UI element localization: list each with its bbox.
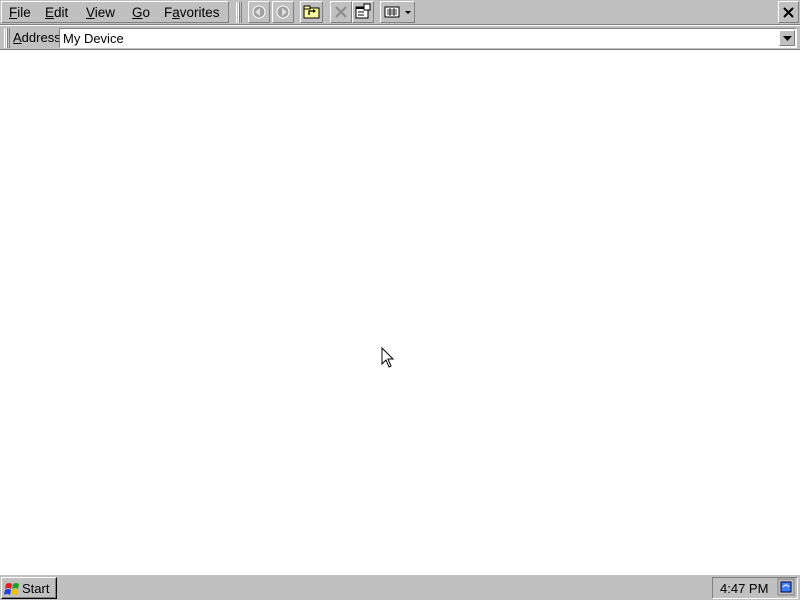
address-label: Address — [13, 30, 61, 45]
up-one-level-button[interactable] — [300, 1, 323, 23]
address-bar-grip[interactable] — [4, 28, 10, 48]
taskbar: Start 4:47 PM — [0, 574, 800, 600]
properties-button[interactable] — [352, 1, 374, 23]
menu-file-accelerator: F — [9, 5, 18, 20]
toolbar-grip[interactable] — [236, 2, 242, 23]
menu-favorites[interactable]: Favorites — [164, 4, 220, 22]
forward-arrow-icon — [276, 5, 290, 19]
menu-go-accelerator: G — [132, 5, 143, 20]
back-arrow-icon — [252, 5, 266, 19]
menu-edit-accelerator: E — [45, 5, 55, 20]
back-button[interactable] — [248, 1, 270, 23]
address-dropdown-button[interactable] — [779, 30, 795, 46]
views-icon — [384, 6, 411, 18]
properties-icon — [355, 3, 371, 19]
menu-go[interactable]: Go — [132, 4, 150, 22]
delete-icon — [335, 6, 347, 18]
forward-button[interactable] — [272, 1, 294, 23]
delete-button[interactable] — [330, 1, 352, 23]
close-icon — [783, 7, 794, 18]
menu-bar: File Edit View Go Favorites — [1, 1, 229, 23]
windows-logo-icon — [4, 583, 19, 595]
chevron-down-icon — [783, 36, 792, 41]
folder-content-area[interactable] — [0, 51, 800, 574]
desktop-toggle-icon[interactable] — [776, 577, 796, 597]
start-button[interactable]: Start — [1, 577, 57, 599]
clock[interactable]: 4:47 PM — [720, 581, 768, 596]
address-input[interactable]: My Device — [59, 28, 797, 48]
mouse-cursor-icon — [381, 347, 395, 368]
command-bar: File Edit View Go Favorites — [0, 0, 800, 25]
start-label: Start — [22, 581, 50, 596]
menu-edit[interactable]: Edit — [45, 4, 68, 22]
menu-view[interactable]: View — [86, 4, 115, 22]
address-label-accelerator: A — [13, 30, 22, 45]
menu-view-accelerator: V — [86, 5, 95, 20]
menu-file[interactable]: File — [9, 4, 31, 22]
up-folder-icon — [303, 5, 320, 19]
address-value: My Device — [63, 31, 124, 46]
address-bar: Address My Device — [0, 26, 800, 50]
menu-favorites-accelerator: a — [172, 5, 180, 20]
views-button[interactable] — [380, 1, 415, 23]
close-button[interactable] — [778, 1, 799, 23]
